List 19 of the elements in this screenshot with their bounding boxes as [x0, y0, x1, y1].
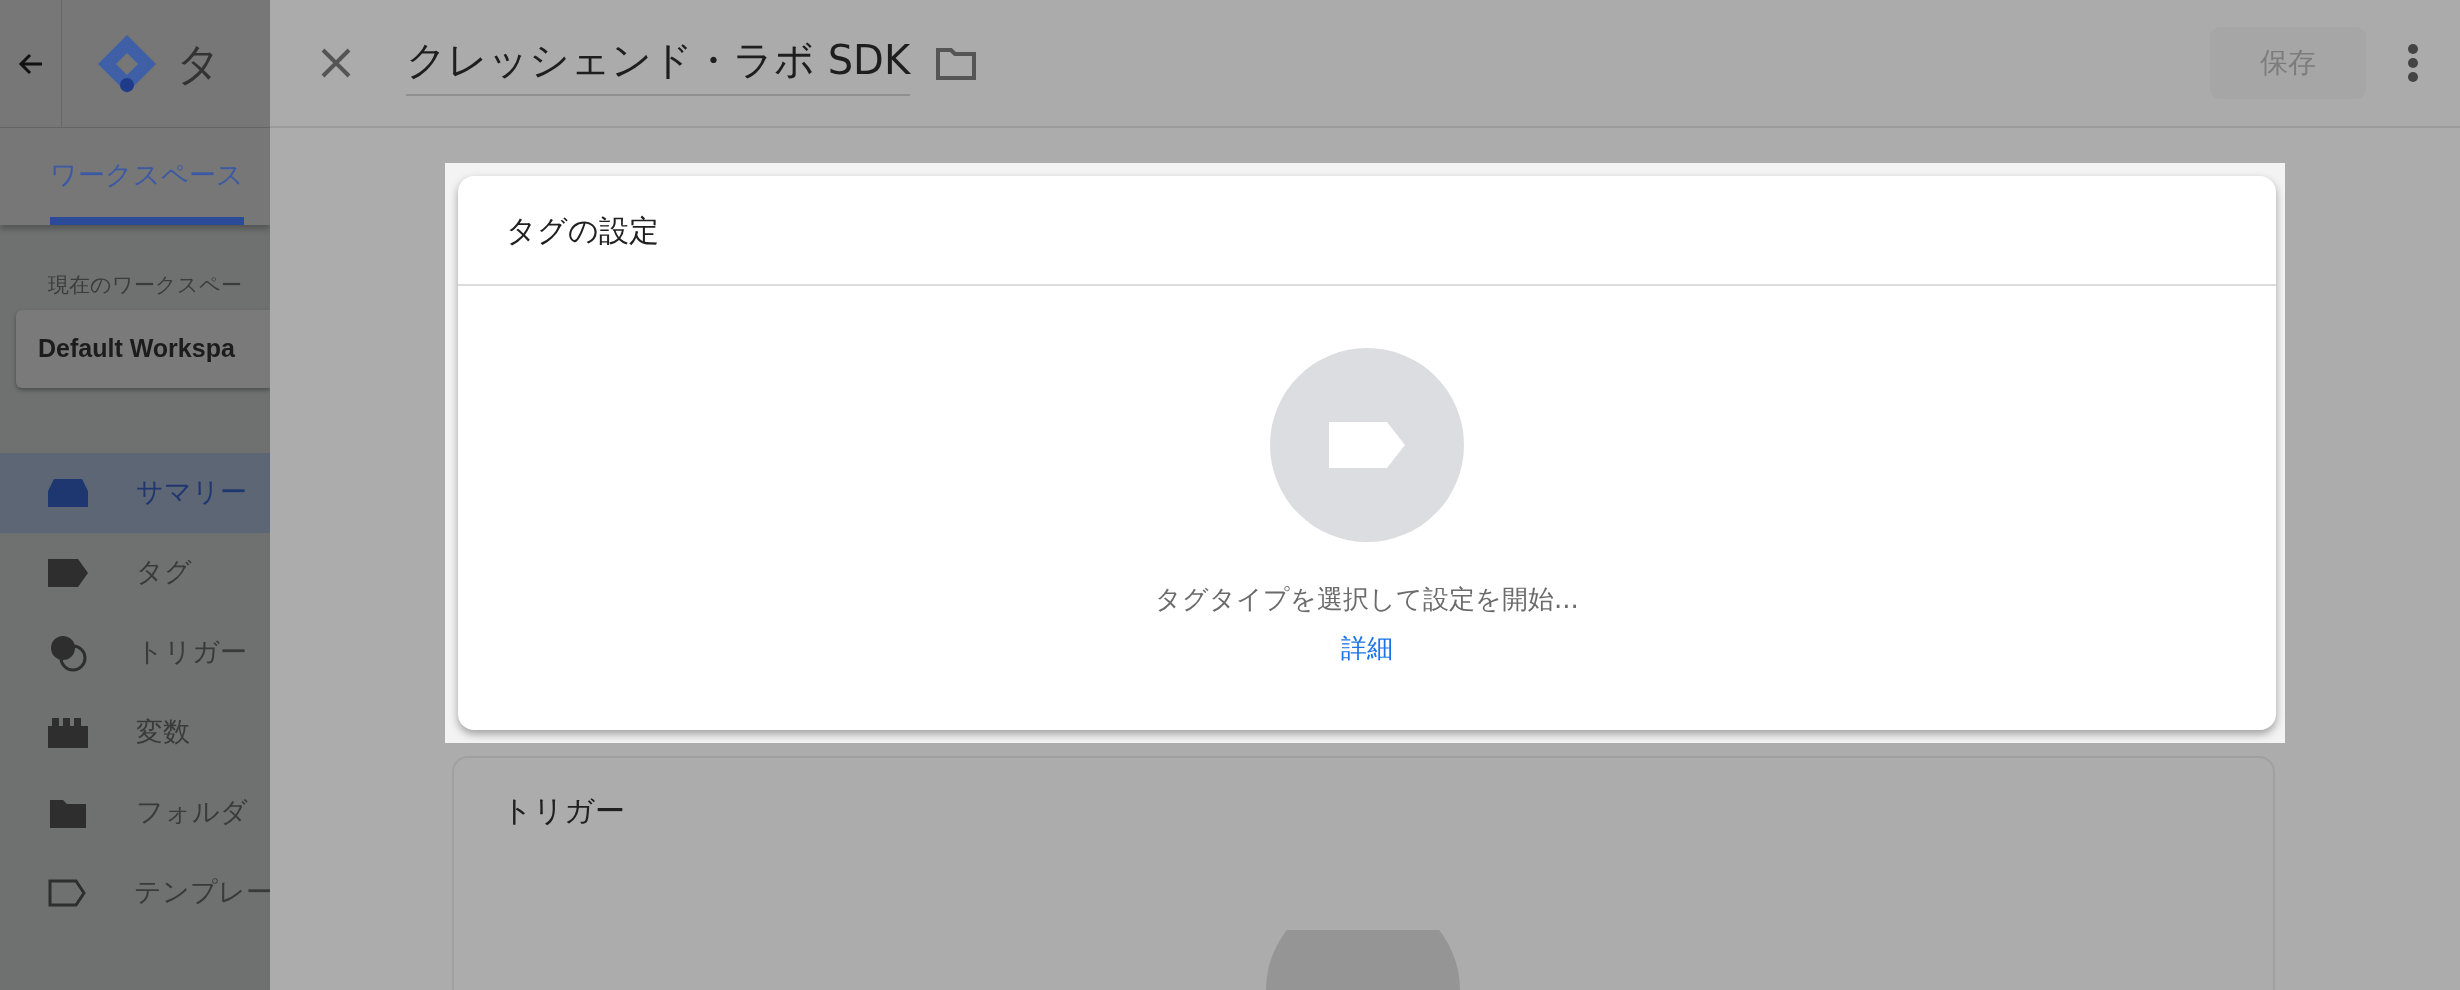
- workspace-selector[interactable]: Default Workspa: [16, 309, 270, 388]
- hint-text: タグタイプを選択して設定を開始...: [1155, 583, 1579, 616]
- tag-icon: [48, 558, 88, 587]
- inbox-icon: [48, 476, 88, 509]
- app-title: タ: [176, 36, 221, 91]
- tag-outline-icon: [48, 878, 86, 907]
- card-title: トリガー: [500, 792, 626, 830]
- card-title: タグの設定: [458, 176, 2276, 286]
- tag-icon: [1327, 421, 1407, 469]
- tag-name-field[interactable]: クレッシェンド・ラボ SDK: [406, 30, 911, 96]
- folder-icon: [50, 797, 86, 828]
- details-link[interactable]: 詳細: [1341, 629, 1393, 668]
- close-button[interactable]: [320, 47, 352, 79]
- nav-item[interactable]: サマリー: [0, 452, 270, 533]
- more-menu-icon[interactable]: [2406, 43, 2420, 83]
- diamond-logo-icon: [96, 32, 158, 95]
- circles-icon: [49, 633, 87, 672]
- brick-icon: [48, 717, 88, 748]
- folder-icon[interactable]: [936, 46, 977, 80]
